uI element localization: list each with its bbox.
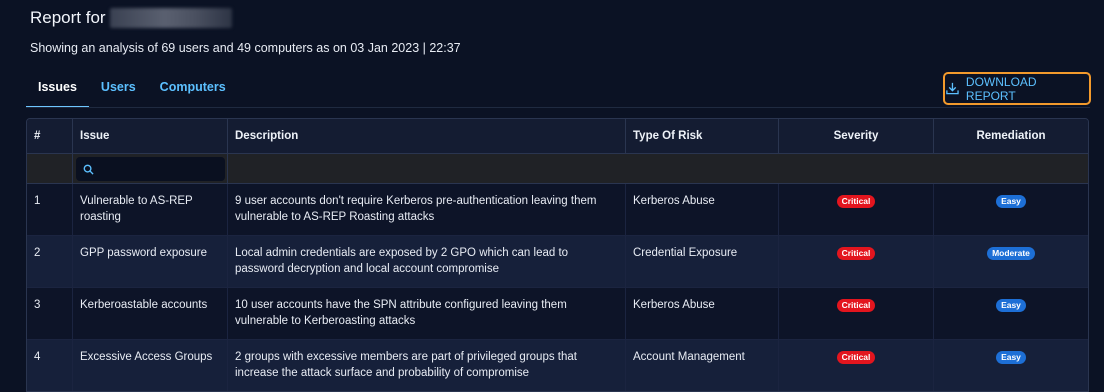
download-report-label: DOWNLOAD REPORT [965,74,1037,103]
severity-badge: Critical [836,247,876,260]
table-row[interactable]: 4 Excessive Access Groups 2 groups with … [27,340,1088,391]
page-title: Report for [30,8,106,27]
remediation-cell: Moderate [934,236,1088,287]
tabs-divider [26,107,1090,108]
issue-name: Excessive Access Groups [73,340,228,391]
remediation-badge: Easy [996,351,1026,364]
tab-computers[interactable]: Computers [148,72,238,108]
table-row[interactable]: 2 GPP password exposure Local admin cred… [27,236,1088,288]
search-icon [83,164,94,175]
issue-name: GPP password exposure [73,236,228,287]
redacted-domain-name [109,8,232,28]
filter-row [27,154,1088,184]
column-header-number[interactable]: # [27,119,73,153]
column-header-description[interactable]: Description [228,119,626,153]
page-title-row: Report for [30,8,232,28]
column-header-type-of-risk[interactable]: Type Of Risk [626,119,779,153]
severity-cell: Critical [779,184,934,235]
remediation-cell: Easy [934,340,1088,391]
severity-cell: Critical [779,340,934,391]
filter-cell-empty [27,154,73,183]
download-icon [946,82,959,95]
severity-badge: Critical [836,195,876,208]
severity-badge: Critical [836,299,876,312]
risk-type: Credential Exposure [626,236,779,287]
row-number: 4 [27,340,73,391]
issue-name: Vulnerable to AS-REP roasting [73,184,228,235]
risk-type: Account Management [626,340,779,391]
tab-issues[interactable]: Issues [26,72,89,108]
table-header: # Issue Description Type Of Risk Severit… [27,119,1088,154]
remediation-badge: Easy [996,299,1026,312]
severity-badge: Critical [836,351,876,364]
table-row[interactable]: 1 Vulnerable to AS-REP roasting 9 user a… [27,184,1088,236]
remediation-cell: Easy [934,288,1088,339]
column-header-remediation[interactable]: Remediation [934,119,1088,153]
table-row[interactable]: 3 Kerberoastable accounts 10 user accoun… [27,288,1088,340]
row-number: 3 [27,288,73,339]
filter-cell-issue [73,154,228,183]
issues-table: # Issue Description Type Of Risk Severit… [26,118,1089,392]
issue-search-input[interactable] [76,157,225,181]
download-report-button[interactable]: DOWNLOAD REPORT [943,72,1091,105]
column-header-severity[interactable]: Severity [779,119,934,153]
issue-name: Kerberoastable accounts [73,288,228,339]
remediation-badge: Easy [996,195,1026,208]
remediation-cell: Easy [934,184,1088,235]
report-page: Report for Showing an analysis of 69 use… [0,0,1104,392]
remediation-badge: Moderate [987,247,1035,260]
row-number: 1 [27,184,73,235]
risk-type: Kerberos Abuse [626,184,779,235]
column-header-issue[interactable]: Issue [73,119,228,153]
row-number: 2 [27,236,73,287]
issue-description: 2 groups with excessive members are part… [228,340,626,391]
issue-description: 9 user accounts don't require Kerberos p… [228,184,626,235]
issue-description: Local admin credentials are exposed by 2… [228,236,626,287]
analysis-summary: Showing an analysis of 69 users and 49 c… [30,41,461,55]
risk-type: Kerberos Abuse [626,288,779,339]
tab-users[interactable]: Users [89,72,148,108]
issue-description: 10 user accounts have the SPN attribute … [228,288,626,339]
report-tabs: Issues Users Computers [26,72,238,108]
severity-cell: Critical [779,288,934,339]
severity-cell: Critical [779,236,934,287]
